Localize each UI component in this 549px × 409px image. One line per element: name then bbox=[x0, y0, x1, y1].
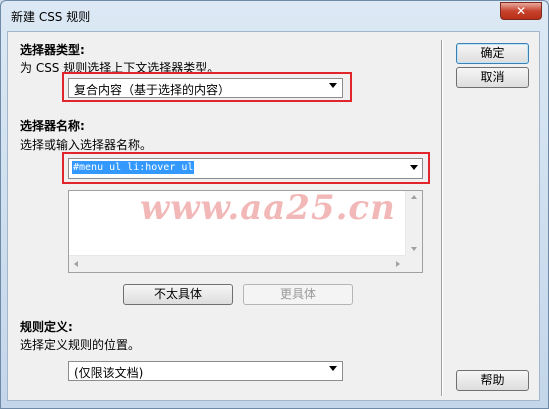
window-title: 新建 CSS 规则 bbox=[11, 10, 91, 24]
scroll-up-icon[interactable] bbox=[411, 195, 417, 199]
selector-name-combobox[interactable]: #menu ul li:hover ul bbox=[68, 158, 423, 179]
cancel-button[interactable]: 取消 bbox=[456, 67, 529, 88]
rule-definition-dropdown[interactable]: (仅限该文档) bbox=[68, 361, 343, 381]
vertical-divider bbox=[441, 40, 443, 396]
chevron-down-icon bbox=[329, 83, 337, 88]
ok-button[interactable]: 确定 bbox=[456, 43, 529, 64]
more-specific-button[interactable]: 更具体 bbox=[243, 284, 353, 305]
selector-type-heading: 选择器类型: bbox=[20, 43, 85, 57]
chevron-down-icon[interactable] bbox=[410, 165, 418, 170]
scroll-down-icon[interactable] bbox=[411, 247, 417, 251]
watermark: www.aa25.cn bbox=[140, 188, 396, 228]
rule-definition-heading: 规则定义: bbox=[20, 320, 73, 334]
selector-type-value: 复合内容（基于选择的内容） bbox=[74, 83, 231, 97]
close-icon: ✕ bbox=[515, 4, 527, 18]
less-specific-button[interactable]: 不太具体 bbox=[123, 284, 233, 305]
rule-definition-description: 选择定义规则的位置。 bbox=[20, 338, 141, 352]
chevron-down-icon bbox=[329, 366, 337, 371]
selector-type-dropdown[interactable]: 复合内容（基于选择的内容） bbox=[68, 78, 343, 98]
selector-name-heading: 选择器名称: bbox=[20, 119, 85, 133]
scroll-left-icon[interactable] bbox=[74, 261, 78, 267]
selector-name-input[interactable]: #menu ul li:hover ul bbox=[72, 161, 195, 174]
selector-name-description: 选择或输入选择器名称。 bbox=[20, 138, 153, 152]
scrollbar-corner bbox=[405, 255, 422, 272]
close-button[interactable]: ✕ bbox=[500, 2, 542, 20]
horizontal-scrollbar[interactable] bbox=[69, 255, 405, 272]
scroll-right-icon[interactable] bbox=[396, 261, 400, 267]
title-bar: 新建 CSS 规则 ✕ bbox=[1, 1, 548, 31]
rule-definition-value: (仅限该文档) bbox=[74, 366, 144, 380]
help-button[interactable]: 帮助 bbox=[456, 370, 529, 391]
vertical-scrollbar[interactable] bbox=[405, 191, 422, 255]
